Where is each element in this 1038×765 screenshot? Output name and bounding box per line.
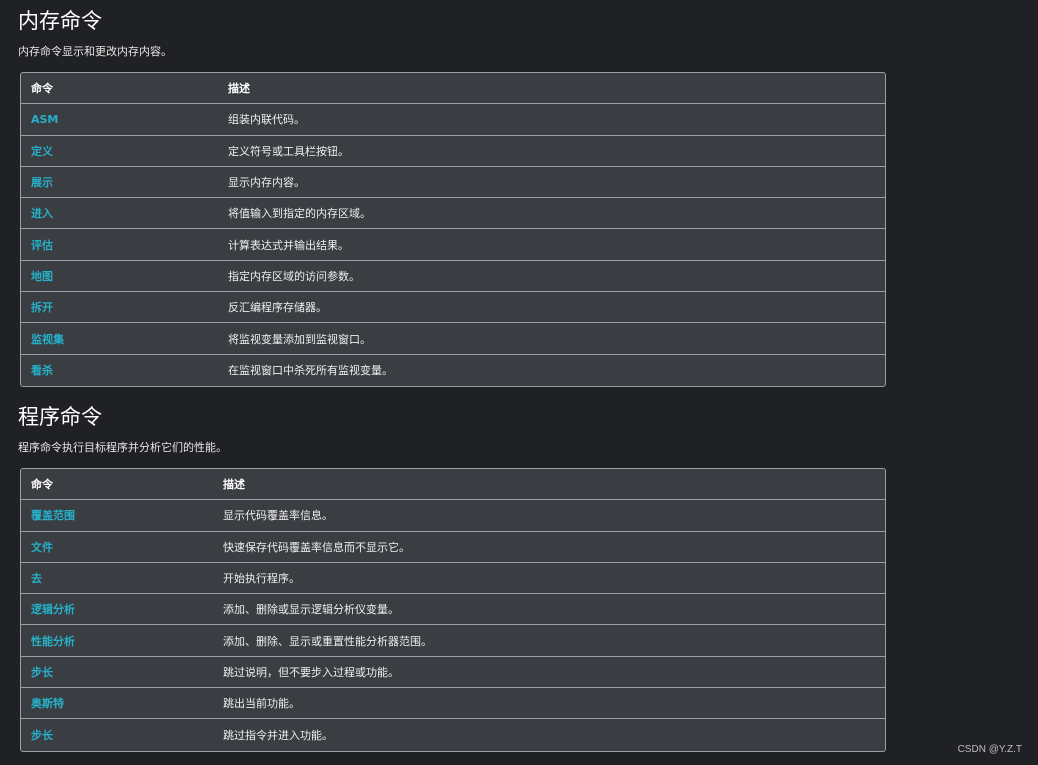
memory-section: 内存命令 内存命令显示和更改内存内容。 [18, 6, 172, 62]
command-link[interactable]: 奥斯特 [21, 695, 223, 711]
command-description: 显示代码覆盖率信息。 [223, 509, 333, 523]
command-link[interactable]: 展示 [21, 174, 228, 190]
table-header-row: 命令 描述 [21, 73, 885, 105]
command-link[interactable]: 看杀 [21, 362, 228, 378]
table-row: 文件 快速保存代码覆盖率信息而不显示它。 [21, 532, 885, 563]
command-description: 在监视窗口中杀死所有监视变量。 [228, 364, 393, 378]
command-description: 开始执行程序。 [223, 572, 300, 586]
header-description: 描述 [228, 82, 250, 96]
command-description: 将监视变量添加到监视窗口。 [228, 332, 371, 346]
command-description: 指定内存区域的访问参数。 [228, 269, 360, 283]
command-description: 反汇编程序存储器。 [228, 301, 327, 315]
command-description: 添加、删除或显示逻辑分析仪变量。 [223, 603, 399, 617]
table-row: 定义 定义符号或工具栏按钮。 [21, 136, 885, 167]
table-row: 逻辑分析 添加、删除或显示逻辑分析仪变量。 [21, 594, 885, 626]
command-link[interactable]: 覆盖范围 [21, 507, 223, 523]
table-row: 覆盖范围 显示代码覆盖率信息。 [21, 500, 885, 532]
header-description: 描述 [223, 478, 245, 492]
command-link[interactable]: 去 [21, 570, 223, 586]
memory-section-title: 内存命令 [18, 9, 102, 33]
command-link[interactable]: 评估 [21, 237, 228, 253]
command-link[interactable]: 性能分析 [21, 633, 223, 649]
table-row: 进入 将值输入到指定的内存区域。 [21, 198, 885, 230]
table-row: 去 开始执行程序。 [21, 563, 885, 595]
program-section-description: 程序命令执行目标程序并分析它们的性能。 [18, 441, 227, 454]
table-row: 监视集 将监视变量添加到监视窗口。 [21, 323, 885, 355]
command-description: 快速保存代码覆盖率信息而不显示它。 [223, 540, 410, 554]
command-description: 显示内存内容。 [228, 176, 305, 190]
command-link[interactable]: 步长 [21, 727, 223, 743]
command-link[interactable]: ASM [21, 113, 228, 126]
watermark: CSDN @Y.Z.T [957, 744, 1022, 755]
table-header-row: 命令 描述 [21, 469, 885, 501]
command-link[interactable]: 步长 [21, 664, 223, 680]
header-command: 命令 [31, 478, 53, 492]
command-link[interactable]: 监视集 [21, 331, 228, 347]
command-link[interactable]: 拆开 [21, 299, 228, 315]
memory-commands-table: 命令 描述 ASM 组装内联代码。 定义 定义符号或工具栏按钮。 展示 显示内存… [20, 72, 886, 387]
table-row: 性能分析 添加、删除、显示或重置性能分析器范围。 [21, 625, 885, 657]
program-section: 程序命令 程序命令执行目标程序并分析它们的性能。 [18, 402, 227, 458]
command-description: 将值输入到指定的内存区域。 [228, 207, 371, 221]
table-row: 看杀 在监视窗口中杀死所有监视变量。 [21, 355, 885, 386]
table-row: 步长 跳过指令并进入功能。 [21, 719, 885, 750]
program-commands-table: 命令 描述 覆盖范围 显示代码覆盖率信息。 文件 快速保存代码覆盖率信息而不显示… [20, 468, 886, 752]
command-description: 计算表达式并输出结果。 [228, 238, 349, 252]
table-row: 评估 计算表达式并输出结果。 [21, 229, 885, 261]
table-row: 拆开 反汇编程序存储器。 [21, 292, 885, 324]
command-description: 组装内联代码。 [228, 113, 305, 127]
table-row: 步长 跳过说明，但不要步入过程或功能。 [21, 657, 885, 689]
command-description: 定义符号或工具栏按钮。 [228, 144, 349, 158]
program-section-title: 程序命令 [18, 405, 102, 429]
command-description: 跳出当前功能。 [223, 697, 300, 711]
command-description: 跳过说明，但不要步入过程或功能。 [223, 665, 399, 679]
table-row: 奥斯特 跳出当前功能。 [21, 688, 885, 720]
command-description: 跳过指令并进入功能。 [223, 729, 333, 743]
table-row: 地图 指定内存区域的访问参数。 [21, 261, 885, 293]
command-link[interactable]: 文件 [21, 539, 223, 555]
header-command: 命令 [31, 82, 53, 96]
command-link[interactable]: 逻辑分析 [21, 601, 223, 617]
command-description: 添加、删除、显示或重置性能分析器范围。 [223, 634, 432, 648]
table-row: 展示 显示内存内容。 [21, 167, 885, 199]
command-link[interactable]: 进入 [21, 205, 228, 221]
memory-section-description: 内存命令显示和更改内存内容。 [18, 45, 172, 58]
command-link[interactable]: 地图 [21, 268, 228, 284]
table-row: ASM 组装内联代码。 [21, 104, 885, 136]
command-link[interactable]: 定义 [21, 143, 228, 159]
